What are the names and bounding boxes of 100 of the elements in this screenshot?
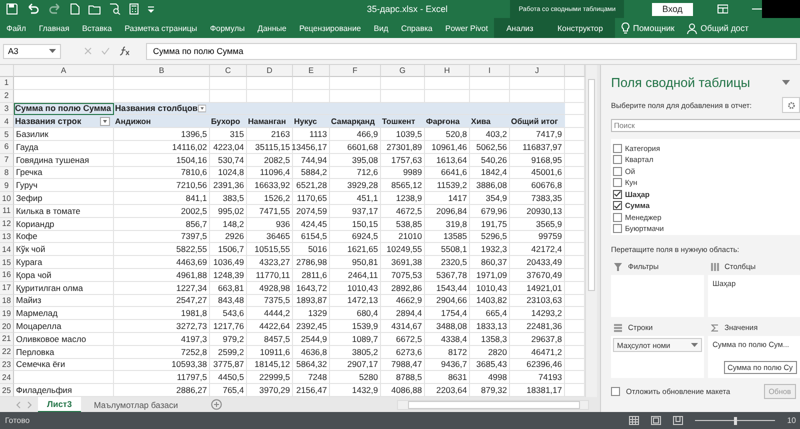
table-cell: 116837,97 bbox=[510, 140, 565, 154]
check-icon[interactable] bbox=[101, 47, 110, 55]
table-cell: 4197,3 bbox=[114, 332, 210, 346]
ribbon-tab[interactable]: Справка bbox=[394, 18, 439, 38]
function-icon[interactable] bbox=[119, 46, 131, 56]
table-cell: Кориандр bbox=[14, 218, 114, 231]
zoom-level[interactable]: 10 bbox=[787, 416, 796, 425]
gear-icon bbox=[786, 100, 796, 110]
calculator-icon[interactable] bbox=[129, 3, 139, 15]
table-cell: 7383,35 bbox=[510, 192, 565, 205]
table-cell: 3685,43 bbox=[470, 358, 510, 372]
vertical-scrollbar[interactable] bbox=[585, 65, 597, 397]
table-cell: Кофе bbox=[14, 230, 114, 244]
minimize-icon[interactable] bbox=[752, 7, 762, 11]
checkbox[interactable] bbox=[611, 387, 620, 396]
table-cell: 10593,38 bbox=[114, 358, 210, 372]
checkbox[interactable] bbox=[613, 190, 622, 199]
checkbox[interactable] bbox=[613, 155, 622, 164]
table-cell: Говядина тушеная bbox=[14, 154, 114, 167]
row-number: 10 bbox=[0, 192, 14, 205]
ribbon-tab[interactable]: Конструктор bbox=[545, 18, 615, 38]
name-box[interactable]: A3 bbox=[3, 44, 61, 58]
row-number: 25 bbox=[0, 384, 14, 397]
table-cell: 936 bbox=[247, 218, 293, 231]
window-edge bbox=[762, 0, 800, 18]
column-header[interactable]: E bbox=[293, 65, 330, 77]
table-cell: 14293,2 bbox=[510, 307, 565, 320]
table-cell: 1217,76 bbox=[210, 320, 247, 333]
document-icon[interactable] bbox=[70, 3, 80, 15]
checkbox[interactable] bbox=[613, 166, 622, 176]
table-cell: 1227,34 bbox=[114, 282, 210, 295]
customize-icon[interactable] bbox=[147, 4, 155, 14]
column-header[interactable]: G bbox=[381, 65, 425, 77]
formula-field[interactable]: Сумма по полю Сумма bbox=[146, 42, 797, 60]
column-header[interactable]: F bbox=[330, 65, 381, 77]
table-cell: 42172,4 bbox=[510, 243, 565, 256]
ribbon-tab[interactable]: Разметка страницы bbox=[118, 18, 204, 38]
ribbon-tab[interactable]: Вид bbox=[367, 18, 395, 38]
ribbon-tab[interactable]: Вставка bbox=[76, 18, 118, 38]
column-header[interactable]: B bbox=[114, 65, 210, 77]
pane-options-icon[interactable] bbox=[782, 80, 790, 85]
column-header[interactable]: D bbox=[247, 65, 293, 77]
ribbon-tab[interactable]: Главная bbox=[32, 18, 76, 38]
checkbox[interactable] bbox=[613, 178, 622, 188]
redo-icon[interactable] bbox=[48, 3, 62, 15]
column-header[interactable]: I bbox=[470, 65, 510, 77]
table-cell: 543,6 bbox=[210, 307, 247, 320]
table-cell: 979,2 bbox=[210, 332, 247, 346]
ribbon-display-icon[interactable] bbox=[716, 4, 728, 14]
ribbon-tab[interactable]: Power Pivot bbox=[438, 18, 494, 38]
sheet-tab[interactable]: Маълумотлар базаси bbox=[84, 396, 187, 412]
column-header[interactable]: A bbox=[14, 65, 114, 77]
ribbon-tab[interactable]: Формулы bbox=[204, 18, 252, 38]
ribbon-tab[interactable]: Анализ bbox=[494, 18, 546, 38]
column-header[interactable]: J bbox=[510, 65, 565, 77]
save-icon[interactable] bbox=[6, 3, 18, 15]
table-cell: 2544,9 bbox=[293, 332, 330, 346]
table-cell: 395,08 bbox=[330, 154, 381, 167]
filter-dropdown-icon[interactable] bbox=[100, 116, 110, 126]
row-number: 6 bbox=[0, 140, 14, 154]
sign-in-button[interactable]: Вход bbox=[652, 2, 693, 16]
zoom-slider[interactable] bbox=[695, 416, 776, 426]
tell-me-link[interactable]: Помощник bbox=[632, 23, 675, 33]
table-cell: 60676,8 bbox=[510, 179, 565, 192]
ribbon-tab[interactable]: Данные bbox=[251, 18, 293, 38]
table-cell: 7210,56 bbox=[114, 179, 210, 192]
ribbon-tab[interactable]: Рецензирование bbox=[292, 18, 368, 38]
table-cell: 3775,87 bbox=[210, 358, 247, 372]
table-cell: 4314,67 bbox=[381, 320, 425, 333]
table-cell: 663,81 bbox=[210, 282, 247, 295]
ribbon-tab[interactable]: Файл bbox=[0, 18, 32, 38]
table-cell: 27301,89 bbox=[381, 140, 425, 154]
share-link[interactable]: Общий дост bbox=[700, 23, 749, 33]
column-header[interactable]: H bbox=[425, 65, 470, 77]
person-icon bbox=[686, 22, 698, 34]
horizontal-scrollbar[interactable] bbox=[397, 400, 589, 410]
row-number: 4 bbox=[0, 115, 14, 128]
sheet-tab[interactable]: Лист3 bbox=[38, 396, 81, 412]
page-break-icon[interactable] bbox=[673, 416, 684, 425]
settings-button[interactable] bbox=[782, 97, 800, 113]
checkbox[interactable] bbox=[613, 224, 622, 234]
row-number: 16 bbox=[0, 268, 14, 282]
folder-icon[interactable] bbox=[88, 4, 101, 14]
filter-dropdown-icon[interactable] bbox=[198, 104, 206, 113]
table-cell: 4463,69 bbox=[114, 256, 210, 269]
column-heading: Бухоро bbox=[210, 115, 247, 128]
table-cell: 451,1 bbox=[330, 192, 381, 205]
undo-icon[interactable] bbox=[26, 3, 40, 15]
table-cell: 10911,6 bbox=[247, 346, 293, 359]
normal-view-icon[interactable] bbox=[629, 416, 640, 425]
table-cell: 45001,6 bbox=[510, 166, 565, 180]
column-header[interactable]: C bbox=[210, 65, 247, 77]
checkbox[interactable] bbox=[613, 212, 622, 222]
page-layout-icon[interactable] bbox=[651, 416, 662, 425]
table-cell: 3691,38 bbox=[381, 256, 425, 269]
checkbox[interactable] bbox=[613, 201, 622, 210]
print-preview-icon[interactable] bbox=[109, 3, 121, 15]
add-sheet-icon[interactable] bbox=[210, 399, 222, 410]
table-cell: 2391,36 bbox=[210, 179, 247, 192]
checkbox[interactable] bbox=[613, 144, 622, 153]
